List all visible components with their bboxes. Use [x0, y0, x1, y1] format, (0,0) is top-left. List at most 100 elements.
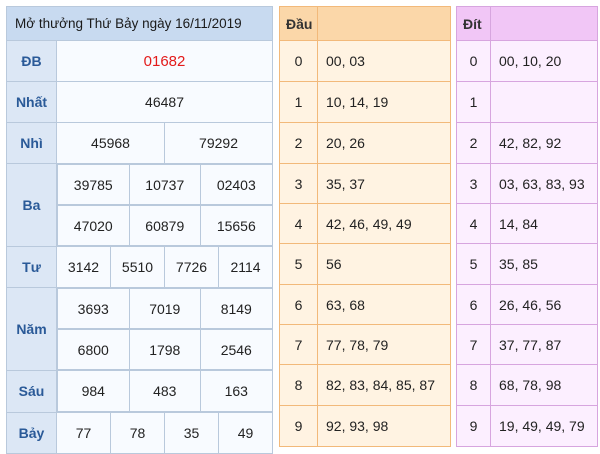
seventh-prize-value: 35	[164, 412, 219, 454]
prize-label-ba: Ba	[6, 163, 57, 247]
head-row: 3 35, 37	[279, 163, 451, 204]
head-digit: 2	[279, 122, 318, 164]
head-digit: 3	[279, 163, 318, 204]
head-digit: 9	[279, 405, 318, 447]
prize-row-db: ĐB 01682	[6, 40, 274, 82]
head-digit-table: Đầu 0 00, 03 1 10, 14, 19 2 20, 26 3 35, 37 …	[279, 6, 451, 447]
tail-digit: 7	[456, 324, 491, 365]
fifth-prize-value: 6800	[57, 329, 130, 370]
tail-digit: 5	[456, 243, 491, 285]
first-prize-value: 46487	[55, 81, 274, 123]
prize-row-bay: Bảy 77 78 35 49	[6, 412, 274, 454]
tail-values: 00, 10, 20	[490, 40, 598, 82]
head-header: Đầu	[279, 6, 318, 41]
tail-digit: 8	[456, 364, 491, 406]
tail-values: 35, 85	[490, 243, 598, 285]
head-row: 5 56	[279, 243, 451, 285]
prize-row-tu: Tư 3142 5510 7726 2114	[6, 246, 274, 288]
third-prize-value: 39785	[57, 164, 130, 205]
sixth-prize-value: 163	[200, 370, 273, 412]
second-prize-value: 45968	[56, 122, 165, 164]
head-row: 9 92, 93, 98	[279, 405, 451, 447]
head-digit: 8	[279, 364, 318, 406]
tail-values: 37, 77, 87	[490, 324, 598, 365]
head-values: 20, 26	[317, 122, 451, 164]
tail-digit: 1	[456, 81, 491, 123]
prize-row-ba: Ba 39785 10737 02403	[6, 163, 273, 247]
head-row: 8 82, 83, 84, 85, 87	[279, 364, 451, 406]
seventh-prize-value: 77	[56, 412, 111, 454]
fifth-prize-value: 1798	[128, 329, 202, 370]
tail-digit-table: Đít 0 00, 10, 20 1 2 42, 82, 92 3 03, 63, 8…	[456, 6, 598, 447]
tail-header: Đít	[456, 6, 491, 41]
head-values: 42, 46, 49, 49	[317, 203, 451, 244]
fourth-prize-value: 3142	[56, 246, 111, 288]
head-row: 7 77, 78, 79	[279, 324, 451, 365]
prize-row-nhi: Nhì 45968 79292	[6, 122, 274, 164]
tail-digit: 4	[456, 203, 491, 244]
prize-row-sau: Sáu 984 483 163	[6, 369, 273, 413]
head-digit: 7	[279, 324, 318, 365]
second-prize-value: 79292	[163, 122, 274, 164]
head-row: 4 42, 46, 49, 49	[279, 203, 451, 244]
prize-label-nhat: Nhất	[6, 81, 57, 123]
head-header-row: Đầu	[279, 6, 451, 41]
special-prize-value: 01682	[55, 40, 274, 82]
fourth-prize-value: 7726	[164, 246, 219, 288]
prize-row-nam: Năm 3693 7019 8149	[6, 287, 273, 371]
tail-values: 68, 78, 98	[490, 364, 598, 406]
tail-header-row: Đít	[456, 6, 598, 41]
tail-row: 7 37, 77, 87	[456, 324, 598, 365]
head-values: 63, 68	[317, 284, 451, 325]
tail-digit: 0	[456, 40, 491, 82]
fifth-prize-value: 3693	[57, 288, 130, 329]
tail-row: 2 42, 82, 92	[456, 122, 598, 164]
tail-values: 42, 82, 92	[490, 122, 598, 164]
tail-row: 6 26, 46, 56	[456, 284, 598, 325]
prize-label-tu: Tư	[6, 246, 57, 288]
tail-values: 26, 46, 56	[490, 284, 598, 325]
tail-digit: 2	[456, 122, 491, 164]
prize-label-nhi: Nhì	[6, 122, 57, 164]
seventh-prize-value: 78	[110, 412, 165, 454]
results-title-row: Mở thưởng Thứ Bảy ngày 16/11/2019	[5, 6, 274, 41]
tail-row: 3 03, 63, 83, 93	[456, 163, 598, 204]
head-digit: 6	[279, 284, 318, 325]
fourth-prize-value: 5510	[110, 246, 165, 288]
prize-label-nam: Năm	[6, 287, 57, 371]
head-values: 00, 03	[317, 40, 451, 82]
head-values: 10, 14, 19	[317, 81, 451, 123]
fifth-prize-value: 7019	[128, 288, 202, 329]
head-digit: 5	[279, 243, 318, 285]
fifth-prize-value: 8149	[200, 288, 273, 329]
prize-label-bay: Bảy	[6, 412, 57, 454]
head-row: 6 63, 68	[279, 284, 451, 325]
head-row: 0 00, 03	[279, 40, 451, 82]
tail-row: 4 14, 84	[456, 203, 598, 244]
third-prize-value: 47020	[57, 205, 130, 246]
head-digit: 0	[279, 40, 318, 82]
prize-label-db: ĐB	[6, 40, 57, 82]
head-values: 35, 37	[317, 163, 451, 204]
third-prize-value: 15656	[200, 205, 273, 246]
head-values: 77, 78, 79	[317, 324, 451, 365]
tail-values: 03, 63, 83, 93	[490, 163, 598, 204]
head-digit: 1	[279, 81, 318, 123]
third-prize-value: 60879	[128, 205, 202, 246]
head-row: 1 10, 14, 19	[279, 81, 451, 123]
tail-digit: 3	[456, 163, 491, 204]
seventh-prize-value: 49	[217, 412, 274, 454]
tail-row: 5 35, 85	[456, 243, 598, 285]
head-values: 82, 83, 84, 85, 87	[317, 364, 451, 406]
fourth-prize-value: 2114	[217, 246, 274, 288]
tail-row: 8 68, 78, 98	[456, 364, 598, 406]
tail-digit: 6	[456, 284, 491, 325]
third-prize-value: 02403	[200, 164, 273, 205]
results-title: Mở thưởng Thứ Bảy ngày 16/11/2019	[5, 6, 274, 41]
head-values: 56	[317, 243, 451, 285]
tail-row: 1	[456, 81, 598, 123]
tail-row: 0 00, 10, 20	[456, 40, 598, 82]
tail-values: 19, 49, 49, 79	[490, 405, 598, 447]
tail-values	[490, 81, 598, 123]
head-row: 2 20, 26	[279, 122, 451, 164]
